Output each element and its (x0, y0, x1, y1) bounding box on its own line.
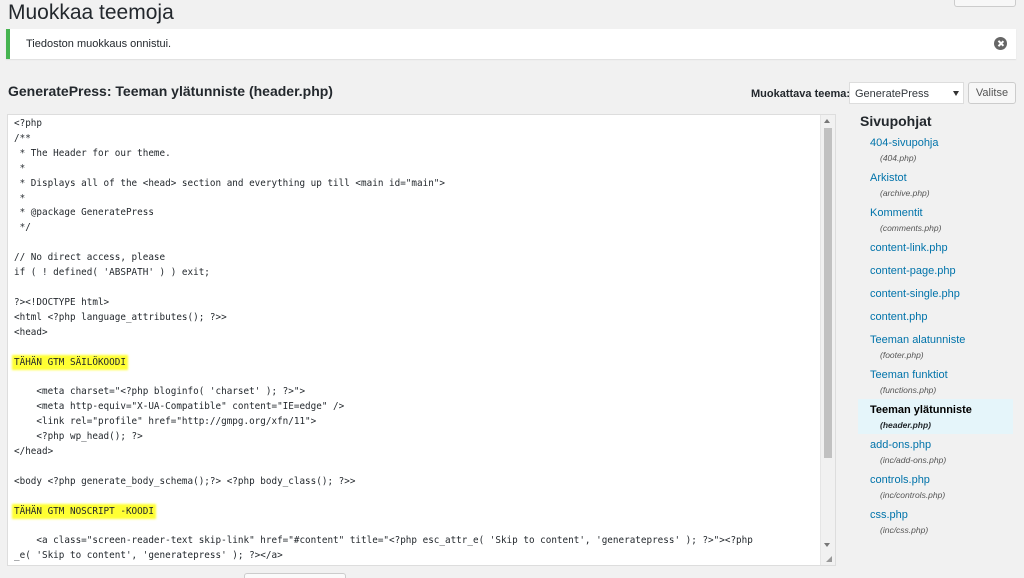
sidebar-file-item[interactable]: controls.php (inc/controls.php) (858, 469, 1013, 504)
editor-scrollbar[interactable] (820, 115, 835, 565)
scrollbar-thumb[interactable] (824, 128, 832, 458)
code-line: <a class="screen-reader-text skip-link" … (14, 535, 753, 547)
scroll-up-arrow-icon[interactable] (824, 119, 830, 123)
select-theme-button[interactable]: Valitse (968, 82, 1016, 104)
scroll-down-arrow-icon[interactable] (824, 543, 830, 547)
sidebar-file-item[interactable]: content-link.php (858, 237, 1013, 260)
page-title: Muokkaa teemoja (8, 1, 174, 24)
theme-select-label: Muokattava teema: (751, 88, 851, 100)
code-line: _e( 'Skip to content', 'generatepress' )… (14, 550, 283, 562)
file-name: (404.php) (880, 153, 917, 163)
file-link[interactable]: Arkistot (870, 171, 1013, 186)
code-line: * (14, 162, 26, 174)
file-name: (functions.php) (880, 385, 937, 395)
file-name: (inc/controls.php) (880, 490, 946, 500)
file-link[interactable]: content.php (870, 310, 1013, 325)
close-circle-icon[interactable] (994, 37, 1007, 50)
file-link[interactable]: controls.php (870, 473, 1013, 488)
code-line: * Displays all of the <head> section and… (14, 177, 445, 189)
success-notice: Tiedoston muokkaus onnistui. (6, 29, 1016, 59)
code-line: ?><!DOCTYPE html> (14, 296, 110, 308)
sidebar-file-item[interactable]: Teeman funktiot (functions.php) (858, 364, 1013, 399)
file-link[interactable]: add-ons.php (870, 438, 1013, 453)
code-line: // No direct access, please (14, 252, 166, 264)
update-file-button[interactable] (244, 573, 346, 578)
file-name: (archive.php) (880, 188, 930, 198)
file-name: (inc/add-ons.php) (880, 455, 947, 465)
code-line: </head> (14, 445, 54, 457)
file-link[interactable]: css.php (870, 508, 1013, 523)
sidebar-file-item[interactable]: Teeman alatunniste (footer.php) (858, 329, 1013, 364)
sidebar-file-item[interactable]: content.php (858, 306, 1013, 329)
code-line: TÄHÄN GTM NOSCRIPT -KOODI (14, 505, 154, 517)
code-line: * @package GeneratePress (14, 207, 154, 219)
sidebar-file-item[interactable]: Kommentit (comments.php) (858, 202, 1013, 237)
file-name: (footer.php) (880, 350, 924, 360)
file-link[interactable]: content-link.php (870, 241, 1013, 256)
sidebar-file-item[interactable]: 404-sivupohja (404.php) (858, 132, 1013, 167)
dropdown-arrow-icon (953, 91, 959, 96)
code-line: * The Header for our theme. (14, 147, 171, 159)
code-line: */ (14, 222, 31, 234)
sidebar-file-item[interactable]: content-page.php (858, 260, 1013, 283)
file-link[interactable]: 404-sivupohja (870, 136, 1013, 151)
code-line: TÄHÄN GTM SÄILÖKOODI (14, 356, 126, 368)
file-name: (comments.php) (880, 223, 942, 233)
templates-heading: Sivupohjat (860, 113, 932, 129)
code-line: <meta http-equiv="X-UA-Compatible" conte… (14, 401, 345, 413)
theme-select[interactable]: GeneratePress (849, 82, 964, 104)
code-line: <body <?php generate_body_schema();?> <?… (14, 475, 356, 487)
code-line: * (14, 192, 26, 204)
screen-options-button[interactable] (954, 0, 1016, 7)
file-link[interactable]: Kommentit (870, 206, 1013, 221)
notice-text: Tiedoston muokkaus onnistui. (26, 38, 172, 50)
sidebar-file-item[interactable]: Teeman ylätunniste (header.php) (858, 399, 1013, 434)
sidebar-file-item[interactable]: css.php (inc/css.php) (858, 504, 1013, 539)
code-line: if ( ! defined( 'ABSPATH' ) ) exit; (14, 267, 210, 279)
code-content[interactable]: <?php /** * The Header for our theme. * … (14, 117, 753, 564)
resize-handle[interactable] (821, 551, 835, 565)
theme-select-value: GeneratePress (855, 88, 929, 100)
file-heading: GeneratePress: Teeman ylätunniste (heade… (8, 83, 333, 99)
file-name: (inc/css.php) (880, 525, 929, 535)
theme-file-list: 404-sivupohja (404.php) Arkistot (archive.p… (858, 132, 1013, 539)
code-editor[interactable]: <?php /** * The Header for our theme. * … (7, 114, 836, 566)
code-line: /** (14, 132, 31, 144)
file-name: (header.php) (880, 420, 932, 430)
sidebar-file-item[interactable]: content-single.php (858, 283, 1013, 306)
code-line: <link rel="profile" href="http://gmpg.or… (14, 416, 317, 428)
sidebar-file-item[interactable]: Arkistot (archive.php) (858, 167, 1013, 202)
file-link[interactable]: content-page.php (870, 264, 1013, 279)
file-link[interactable]: Teeman alatunniste (870, 333, 1013, 348)
sidebar-file-item[interactable]: add-ons.php (inc/add-ons.php) (858, 434, 1013, 469)
file-link[interactable]: content-single.php (870, 287, 1013, 302)
file-link[interactable]: Teeman ylätunniste (870, 403, 1013, 418)
code-line: <meta charset="<?php bloginfo( 'charset'… (14, 386, 306, 398)
code-line: <head> (14, 326, 48, 338)
code-line: <html <?php language_attributes(); ?>> (14, 311, 227, 323)
file-link[interactable]: Teeman funktiot (870, 368, 1013, 383)
code-line: <?php wp_head(); ?> (14, 431, 143, 443)
code-line: <?php (14, 118, 42, 129)
